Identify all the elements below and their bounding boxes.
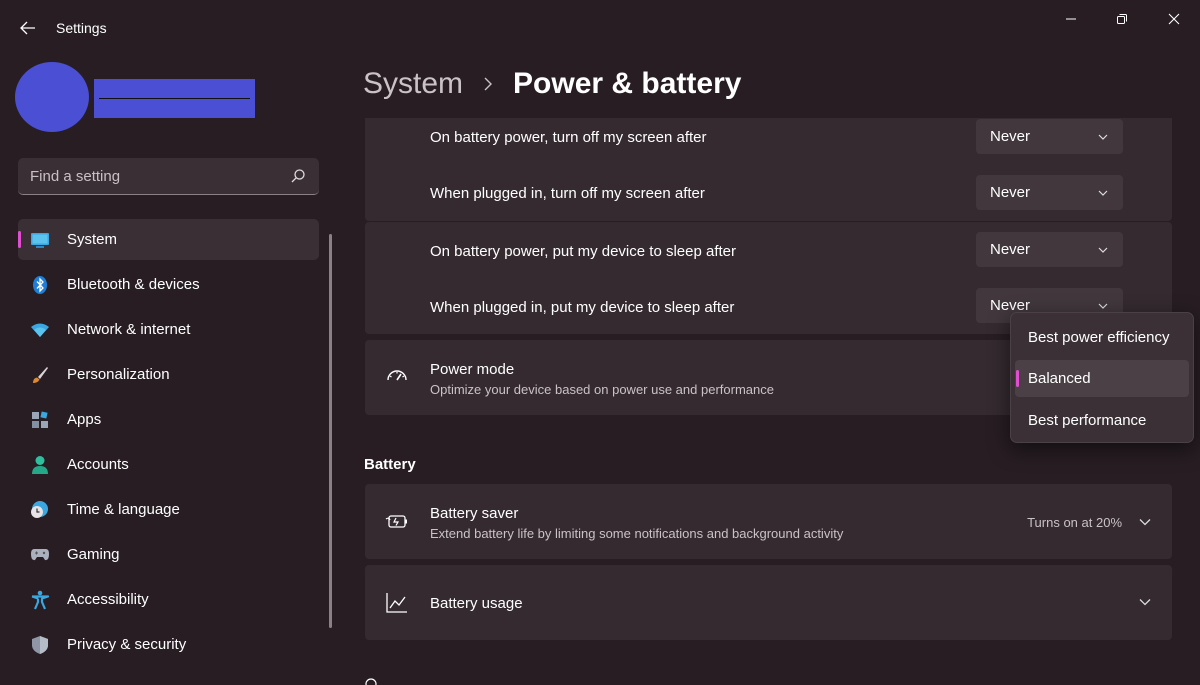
sidebar-item-label: Gaming (67, 546, 120, 563)
chevron-down-icon (1098, 247, 1108, 253)
screen-timeout-card: On battery power, turn off my screen aft… (365, 118, 1172, 221)
section-heading-battery: Battery (364, 456, 416, 473)
title-bar: Settings (0, 0, 1200, 54)
search-box[interactable] (18, 158, 319, 195)
battery-usage-title: Battery usage (430, 595, 523, 612)
chevron-down-icon[interactable] (1138, 595, 1152, 609)
accessibility-icon (30, 590, 50, 610)
account-name-redacted (94, 79, 255, 118)
sidebar-item-label: Accounts (67, 456, 129, 473)
chevron-down-icon[interactable] (1138, 515, 1152, 529)
power-mode-subtitle: Optimize your device based on power use … (430, 382, 774, 397)
power-mode-option-performance[interactable]: Best performance (1015, 402, 1189, 439)
minimize-icon (1066, 18, 1076, 20)
close-icon (1168, 13, 1180, 25)
sidebar-item-privacy-security[interactable]: Privacy & security (18, 624, 319, 665)
sidebar-item-gaming[interactable]: Gaming (18, 534, 319, 575)
chevron-right-icon (483, 76, 495, 92)
brush-icon (30, 365, 50, 385)
battery-saver-card[interactable]: Battery saver Extend battery life by lim… (365, 484, 1172, 559)
screen-battery-dropdown[interactable]: Never (976, 119, 1123, 154)
shield-icon (30, 635, 50, 655)
bluetooth-icon (30, 275, 50, 295)
sidebar-item-personalization[interactable]: Personalization (18, 354, 319, 395)
breadcrumb: System Power & battery (363, 64, 741, 104)
sidebar-item-apps[interactable]: Apps (18, 399, 319, 440)
battery-saver-icon (385, 515, 407, 528)
sidebar-item-time-language[interactable]: Time & language (18, 489, 319, 530)
monitor-icon (30, 230, 50, 250)
dropdown-value: Never (990, 184, 1031, 201)
close-button[interactable] (1151, 4, 1197, 34)
arrow-left-icon (20, 21, 35, 35)
sidebar-item-label: Accessibility (67, 591, 149, 608)
speedometer-icon (387, 370, 407, 381)
minimize-button[interactable] (1048, 4, 1094, 34)
search-input[interactable] (18, 167, 268, 185)
related-icon (365, 678, 377, 685)
sidebar-item-label: Personalization (67, 366, 170, 383)
gamepad-icon (30, 545, 50, 565)
sidebar-item-network[interactable]: Network & internet (18, 309, 319, 350)
sidebar-item-label: System (67, 231, 118, 248)
battery-saver-title: Battery saver (430, 505, 519, 522)
battery-saver-status: Turns on at 20% (1027, 515, 1122, 530)
restore-icon (1117, 14, 1127, 24)
power-mode-option-efficiency[interactable]: Best power efficiency (1015, 319, 1189, 356)
power-mode-flyout: Best power efficiency Balanced Best perf… (1010, 312, 1194, 443)
back-button[interactable] (14, 14, 42, 42)
person-icon (30, 455, 50, 475)
sidebar-item-label: Time & language (67, 501, 180, 518)
sleep-battery-dropdown[interactable]: Never (976, 232, 1123, 267)
sidebar-item-label: Bluetooth & devices (67, 276, 200, 293)
sleep-battery-label: On battery power, put my device to sleep… (430, 243, 736, 260)
next-row-peek (364, 676, 464, 685)
chevron-down-icon (1098, 134, 1108, 140)
sidebar-item-accessibility[interactable]: Accessibility (18, 579, 319, 620)
chevron-down-icon (1098, 190, 1108, 196)
restore-button[interactable] (1099, 4, 1145, 34)
battery-saver-subtitle: Extend battery life by limiting some not… (430, 526, 844, 541)
sidebar-item-label: Privacy & security (67, 636, 187, 653)
dropdown-value: Never (990, 241, 1031, 258)
sidebar-scrollbar[interactable] (329, 234, 332, 628)
apps-icon (30, 410, 50, 430)
dropdown-value: Never (990, 128, 1031, 145)
battery-usage-card[interactable]: Battery usage (365, 565, 1172, 640)
line-chart-icon (386, 593, 407, 613)
screen-battery-label: On battery power, turn off my screen aft… (430, 129, 707, 146)
sidebar-item-label: Apps (67, 411, 102, 428)
power-mode-title: Power mode (430, 361, 515, 378)
app-title: Settings (56, 20, 107, 36)
breadcrumb-parent[interactable]: System (363, 67, 463, 101)
wifi-icon (30, 320, 50, 340)
globe-clock-icon (30, 500, 50, 520)
sidebar-item-label: Network & internet (67, 321, 191, 338)
sidebar-item-accounts[interactable]: Accounts (18, 444, 319, 485)
page-title: Power & battery (513, 67, 742, 100)
avatar[interactable] (15, 62, 89, 132)
sidebar-item-bluetooth[interactable]: Bluetooth & devices (18, 264, 319, 305)
search-icon[interactable] (289, 167, 307, 185)
sidebar-item-system[interactable]: System (18, 219, 319, 260)
power-mode-option-balanced[interactable]: Balanced (1015, 360, 1189, 397)
sleep-plugged-label: When plugged in, put my device to sleep … (430, 299, 735, 316)
sidebar-nav: System Bluetooth & devices Network & int… (18, 219, 319, 669)
screen-plugged-label: When plugged in, turn off my screen afte… (430, 185, 705, 202)
chevron-down-icon (1098, 303, 1108, 309)
screen-plugged-dropdown[interactable]: Never (976, 175, 1123, 210)
